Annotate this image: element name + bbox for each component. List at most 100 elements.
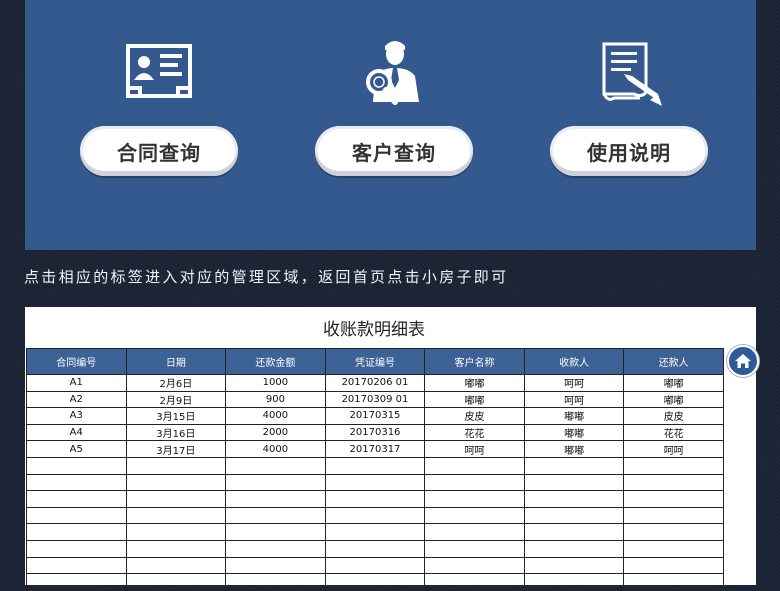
empty-cell[interactable]	[125, 556, 227, 575]
table-cell[interactable]: 20170206 01	[324, 374, 426, 392]
empty-cell[interactable]	[324, 556, 426, 575]
empty-cell[interactable]	[424, 539, 525, 558]
table-cell[interactable]: 花花	[424, 423, 525, 442]
table-cell[interactable]: 嘟嘟	[523, 407, 625, 425]
empty-cell[interactable]	[424, 506, 525, 525]
empty-cell[interactable]	[623, 523, 724, 541]
home-button[interactable]	[727, 345, 759, 377]
table-cell[interactable]: 3月17日	[125, 440, 227, 458]
empty-cell[interactable]	[523, 456, 625, 475]
table-cell[interactable]: 皮皮	[623, 407, 724, 425]
customer-query-button[interactable]: 客户查询	[315, 126, 473, 176]
table-cell[interactable]: A3	[26, 407, 127, 425]
empty-cell[interactable]	[125, 573, 227, 591]
empty-cell[interactable]	[623, 456, 724, 475]
table-cell[interactable]: 2月9日	[125, 390, 227, 409]
table-cell[interactable]: 嘟嘟	[424, 390, 525, 409]
table-cell[interactable]: 皮皮	[424, 407, 525, 425]
column-header[interactable]: 日期	[125, 348, 227, 375]
empty-cell[interactable]	[26, 523, 127, 541]
table-cell[interactable]: 嘟嘟	[623, 374, 724, 392]
table-cell[interactable]: 呵呵	[523, 390, 625, 409]
instructions-button[interactable]: 使用说明	[550, 126, 708, 176]
empty-cell[interactable]	[26, 456, 127, 475]
table-cell[interactable]: 嘟嘟	[523, 440, 625, 458]
empty-cell[interactable]	[324, 523, 426, 541]
empty-cell[interactable]	[324, 490, 426, 508]
column-header[interactable]: 还款人	[623, 348, 724, 375]
empty-cell[interactable]	[424, 473, 525, 492]
empty-cell[interactable]	[225, 490, 326, 508]
empty-cell[interactable]	[26, 573, 127, 591]
table-cell[interactable]: 20170316	[324, 423, 426, 442]
empty-cell[interactable]	[125, 506, 227, 525]
empty-cell[interactable]	[225, 556, 326, 575]
empty-cell[interactable]	[225, 506, 326, 525]
empty-cell[interactable]	[523, 473, 625, 492]
empty-cell[interactable]	[324, 573, 426, 591]
table-cell[interactable]: 20170315	[324, 407, 426, 425]
empty-cell[interactable]	[225, 473, 326, 492]
empty-cell[interactable]	[125, 539, 227, 558]
empty-cell[interactable]	[26, 539, 127, 558]
table-cell[interactable]: A4	[26, 423, 127, 442]
table-cell[interactable]: A1	[26, 374, 127, 392]
column-header[interactable]: 凭证编号	[324, 348, 426, 375]
table-cell[interactable]: 4000	[225, 440, 326, 458]
table-cell[interactable]: 花花	[623, 423, 724, 442]
empty-cell[interactable]	[623, 473, 724, 492]
empty-cell[interactable]	[623, 506, 724, 525]
empty-cell[interactable]	[424, 490, 525, 508]
empty-cell[interactable]	[424, 456, 525, 475]
empty-cell[interactable]	[324, 456, 426, 475]
empty-cell[interactable]	[26, 506, 127, 525]
column-header[interactable]: 合同编号	[26, 348, 127, 375]
empty-cell[interactable]	[623, 539, 724, 558]
table-cell[interactable]: 4000	[225, 407, 326, 425]
empty-cell[interactable]	[523, 490, 625, 508]
empty-cell[interactable]	[324, 473, 426, 492]
empty-cell[interactable]	[424, 523, 525, 541]
empty-cell[interactable]	[225, 539, 326, 558]
table-cell[interactable]: 嘟嘟	[623, 390, 724, 409]
table-cell[interactable]: 3月16日	[125, 423, 227, 442]
table-cell[interactable]: 1000	[225, 374, 326, 392]
empty-cell[interactable]	[225, 523, 326, 541]
empty-cell[interactable]	[424, 556, 525, 575]
table-cell[interactable]: 2月6日	[125, 374, 227, 392]
empty-cell[interactable]	[623, 490, 724, 508]
table-cell[interactable]: 嘟嘟	[523, 423, 625, 442]
column-header[interactable]: 客户名称	[424, 348, 525, 375]
empty-cell[interactable]	[623, 556, 724, 575]
table-cell[interactable]: 呵呵	[424, 440, 525, 458]
table-cell[interactable]: 呵呵	[623, 440, 724, 458]
empty-cell[interactable]	[523, 506, 625, 525]
column-header[interactable]: 还款金额	[225, 348, 326, 375]
empty-cell[interactable]	[125, 523, 227, 541]
empty-cell[interactable]	[26, 490, 127, 508]
empty-cell[interactable]	[225, 573, 326, 591]
table-cell[interactable]: 20170309 01	[324, 390, 426, 409]
empty-cell[interactable]	[125, 490, 227, 508]
table-cell[interactable]: 2000	[225, 423, 326, 442]
column-header[interactable]: 收款人	[523, 348, 625, 375]
empty-cell[interactable]	[523, 539, 625, 558]
table-cell[interactable]: A2	[26, 390, 127, 409]
empty-cell[interactable]	[523, 573, 625, 591]
table-cell[interactable]: 呵呵	[523, 374, 625, 392]
table-cell[interactable]: 900	[225, 390, 326, 409]
empty-cell[interactable]	[424, 573, 525, 591]
empty-cell[interactable]	[125, 473, 227, 492]
empty-cell[interactable]	[523, 556, 625, 575]
table-cell[interactable]: 20170317	[324, 440, 426, 458]
table-cell[interactable]: 3月15日	[125, 407, 227, 425]
empty-cell[interactable]	[125, 456, 227, 475]
empty-cell[interactable]	[324, 539, 426, 558]
empty-cell[interactable]	[225, 456, 326, 475]
table-cell[interactable]: A5	[26, 440, 127, 458]
table-cell[interactable]: 嘟嘟	[424, 374, 525, 392]
empty-cell[interactable]	[26, 473, 127, 492]
empty-cell[interactable]	[523, 523, 625, 541]
contract-query-button[interactable]: 合同查询	[80, 126, 238, 176]
empty-cell[interactable]	[324, 506, 426, 525]
